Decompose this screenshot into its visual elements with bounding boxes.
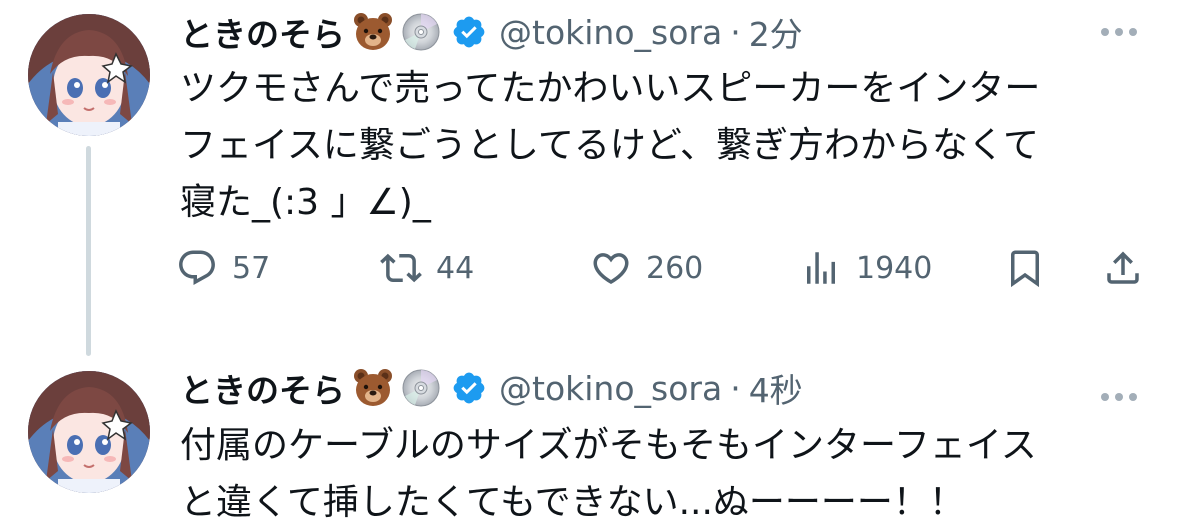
- more-icon[interactable]: [1099, 12, 1139, 52]
- heart-icon: [593, 253, 629, 285]
- separator-dot: ·: [730, 12, 741, 52]
- thread-line: [86, 146, 91, 356]
- display-name[interactable]: ときのそら: [180, 8, 345, 56]
- views-button[interactable]: 1940: [800, 240, 932, 296]
- bear-face-icon: [353, 12, 393, 52]
- share-icon: [1107, 251, 1139, 284]
- reply-icon: [179, 250, 215, 285]
- handle[interactable]: @tokino_sora: [499, 369, 722, 408]
- optical-disc-icon: [401, 12, 441, 52]
- reply-button[interactable]: 57: [176, 240, 270, 296]
- timestamp[interactable]: 4秒: [749, 364, 803, 412]
- avatar[interactable]: [28, 14, 150, 136]
- timestamp[interactable]: 2分: [749, 8, 803, 56]
- handle[interactable]: @tokino_sora: [499, 13, 722, 52]
- like-button[interactable]: 260: [590, 240, 703, 296]
- views-count: 1940: [856, 250, 933, 286]
- tweet-text: 付属のケーブルのサイズがそもそもインターフェイス と違くて挿したくてもできない.…: [180, 425, 1037, 523]
- tweet[interactable]: ときのそら: [0, 355, 1179, 532]
- tweet-header: ときのそら: [180, 8, 803, 56]
- optical-disc-icon: [401, 368, 441, 408]
- tweet-text: ツクモさんで売ってたかわいいスピーカーをインター フェイスに繋ごうとしてるけど、…: [180, 68, 1041, 223]
- display-name[interactable]: ときのそら: [180, 364, 345, 412]
- action-bar: 57 44 260 1940: [176, 240, 1146, 296]
- retweet-icon: [380, 253, 422, 283]
- tweet[interactable]: ときのそら: [0, 0, 1179, 356]
- bookmark-icon: [1011, 250, 1039, 288]
- retweet-button[interactable]: 44: [380, 240, 474, 296]
- avatar[interactable]: [28, 371, 150, 493]
- reply-count: 57: [232, 250, 271, 286]
- tweet-header: ときのそら: [180, 364, 803, 412]
- verified-badge-icon: [451, 14, 487, 50]
- views-icon: [807, 252, 835, 284]
- retweet-count: 44: [436, 250, 475, 286]
- share-button[interactable]: [1102, 240, 1144, 296]
- like-count: 260: [646, 250, 704, 286]
- bookmark-button[interactable]: [1004, 240, 1046, 296]
- bear-face-icon: [353, 368, 393, 408]
- separator-dot: ·: [730, 368, 741, 408]
- more-icon[interactable]: [1099, 377, 1139, 417]
- verified-badge-icon: [451, 370, 487, 406]
